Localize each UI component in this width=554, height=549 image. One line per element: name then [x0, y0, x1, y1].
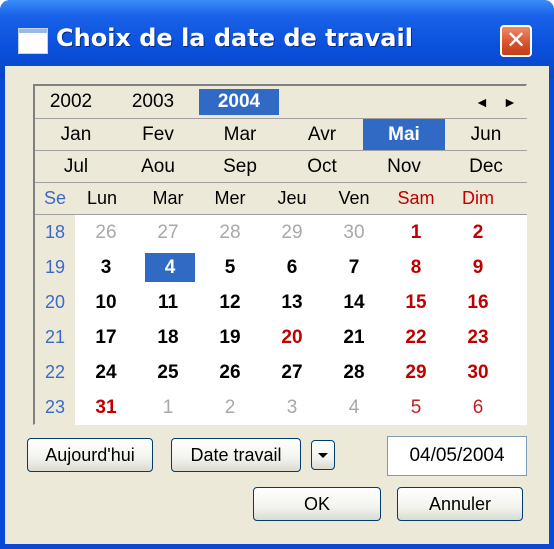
- weekday-dim: Dim: [462, 188, 494, 208]
- chevron-left-icon[interactable]: ◄: [475, 86, 489, 118]
- weekday-jeu: Jeu: [277, 188, 307, 208]
- weekday-mar: Mar: [152, 188, 184, 208]
- month-avr[interactable]: Avr: [281, 119, 363, 150]
- month-jun[interactable]: Jun: [445, 119, 527, 150]
- month-dec[interactable]: Dec: [445, 151, 527, 182]
- day-cell[interactable]: 9: [458, 253, 498, 282]
- day-cell[interactable]: 4: [334, 393, 374, 422]
- day-cell[interactable]: 17: [86, 323, 126, 352]
- day-cell[interactable]: 19: [210, 323, 250, 352]
- day-cell[interactable]: 15: [396, 288, 436, 317]
- week-number: 23: [35, 393, 75, 422]
- week-number: 19: [35, 253, 75, 282]
- day-cell[interactable]: 6: [458, 393, 498, 422]
- day-cell[interactable]: 24: [86, 358, 126, 387]
- chevron-down-icon: [318, 452, 328, 458]
- close-icon: ✕: [505, 27, 527, 54]
- day-cell[interactable]: 29: [272, 218, 312, 247]
- day-cell[interactable]: 3: [86, 253, 126, 282]
- selected-day-cell[interactable]: 4: [145, 253, 195, 282]
- weekday-mer: Mer: [214, 188, 246, 208]
- year-2003[interactable]: 2003: [123, 89, 183, 115]
- day-cell[interactable]: 5: [210, 253, 250, 282]
- week-number: 21: [35, 323, 75, 352]
- day-cell[interactable]: 26: [210, 358, 250, 387]
- day-cell[interactable]: 31: [86, 393, 126, 422]
- day-cell[interactable]: 30: [458, 358, 498, 387]
- week-number: 22: [35, 358, 75, 387]
- day-cell[interactable]: 28: [210, 218, 250, 247]
- month-jan[interactable]: Jan: [35, 119, 117, 150]
- months-row-1: Jan Fev Mar Avr Mai Jun: [35, 119, 527, 150]
- work-date-button[interactable]: Date travail: [171, 438, 301, 472]
- month-mar[interactable]: Mar: [199, 119, 281, 150]
- month-sep[interactable]: Sep: [199, 151, 281, 182]
- year-bar: ◄ ► 2002 2003 2004: [35, 86, 527, 119]
- year-2004[interactable]: 2004: [199, 89, 279, 115]
- close-button[interactable]: ✕: [500, 25, 532, 57]
- chevron-right-icon[interactable]: ►: [503, 86, 517, 118]
- weekday-ven: Ven: [338, 188, 370, 208]
- day-cell[interactable]: 8: [396, 253, 436, 282]
- day-cell[interactable]: 2: [210, 393, 250, 422]
- day-cell[interactable]: 5: [396, 393, 436, 422]
- day-cell[interactable]: 29: [396, 358, 436, 387]
- weekday-header: Se Lun Mar Mer Jeu Ven Sam Dim: [35, 183, 527, 214]
- day-cell[interactable]: 16: [458, 288, 498, 317]
- year-2002[interactable]: 2002: [43, 89, 99, 115]
- day-cell[interactable]: 11: [148, 288, 188, 317]
- day-cell[interactable]: 25: [148, 358, 188, 387]
- day-cell[interactable]: 10: [86, 288, 126, 317]
- calendar: ◄ ► 2002 2003 2004 Jan Fev Mar Avr Mai Jun Jul A…: [33, 84, 527, 425]
- day-cell[interactable]: 21: [334, 323, 374, 352]
- month-jul[interactable]: Jul: [35, 151, 117, 182]
- day-cell[interactable]: 1: [148, 393, 188, 422]
- ok-button[interactable]: OK: [253, 487, 381, 521]
- dialog-window: Choix de la date de travail ✕ ◄ ► 2002 20…: [0, 0, 554, 549]
- day-cell[interactable]: 12: [210, 288, 250, 317]
- day-cell[interactable]: 3: [272, 393, 312, 422]
- day-cell[interactable]: 2: [458, 218, 498, 247]
- date-field[interactable]: 04/05/2004: [387, 436, 527, 476]
- weekday-lun: Lun: [86, 188, 118, 208]
- day-cell[interactable]: 6: [272, 253, 312, 282]
- month-nov[interactable]: Nov: [363, 151, 445, 182]
- today-button[interactable]: Aujourd'hui: [27, 438, 153, 472]
- day-cell[interactable]: 18: [148, 323, 188, 352]
- day-cell[interactable]: 13: [272, 288, 312, 317]
- day-cell[interactable]: 23: [458, 323, 498, 352]
- day-cell[interactable]: 28: [334, 358, 374, 387]
- day-cell[interactable]: 22: [396, 323, 436, 352]
- week-number-header: Se: [43, 188, 67, 208]
- week-number: 18: [35, 218, 75, 247]
- day-cell[interactable]: 27: [148, 218, 188, 247]
- month-fev[interactable]: Fev: [117, 119, 199, 150]
- day-cell[interactable]: 20: [272, 323, 312, 352]
- day-grid: 18 26 27 28 29 30 1 2 19 3 4 5 6 7 8 9 20 10 11 12 13 14 15 16 2…: [35, 215, 527, 425]
- day-cell[interactable]: 1: [396, 218, 436, 247]
- window-icon: [18, 28, 48, 54]
- day-cell[interactable]: 7: [334, 253, 374, 282]
- day-cell[interactable]: 27: [272, 358, 312, 387]
- month-mai[interactable]: Mai: [363, 119, 445, 150]
- week-number: 20: [35, 288, 75, 317]
- day-cell[interactable]: 26: [86, 218, 126, 247]
- dialog-body: ◄ ► 2002 2003 2004 Jan Fev Mar Avr Mai Jun Jul A…: [5, 66, 549, 544]
- dropdown-button[interactable]: [311, 440, 335, 470]
- day-cell[interactable]: 30: [334, 218, 374, 247]
- month-oct[interactable]: Oct: [281, 151, 363, 182]
- month-aou[interactable]: Aou: [117, 151, 199, 182]
- window-title: Choix de la date de travail: [56, 24, 413, 52]
- day-cell[interactable]: 14: [334, 288, 374, 317]
- cancel-button[interactable]: Annuler: [397, 487, 523, 521]
- weekday-sam: Sam: [397, 188, 435, 208]
- months-row-2: Jul Aou Sep Oct Nov Dec: [35, 151, 527, 182]
